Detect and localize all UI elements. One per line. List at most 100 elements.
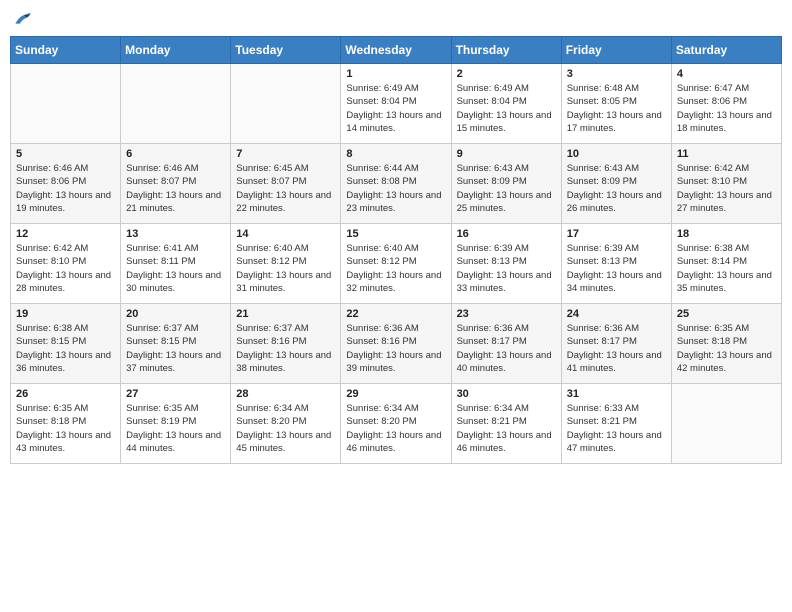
- day-number: 26: [16, 388, 115, 400]
- day-info: Sunrise: 6:34 AM Sunset: 8:21 PM Dayligh…: [457, 402, 556, 455]
- weekday-header-tuesday: Tuesday: [231, 37, 341, 64]
- day-number: 23: [457, 308, 556, 320]
- calendar-table: SundayMondayTuesdayWednesdayThursdayFrid…: [10, 36, 782, 464]
- day-info: Sunrise: 6:44 AM Sunset: 8:08 PM Dayligh…: [346, 162, 445, 215]
- calendar-week-row: 12Sunrise: 6:42 AM Sunset: 8:10 PM Dayli…: [11, 224, 782, 304]
- day-info: Sunrise: 6:36 AM Sunset: 8:17 PM Dayligh…: [567, 322, 666, 375]
- calendar-cell: [11, 64, 121, 144]
- logo-bird-icon: [12, 10, 32, 30]
- weekday-header-thursday: Thursday: [451, 37, 561, 64]
- weekday-header-saturday: Saturday: [671, 37, 781, 64]
- day-number: 24: [567, 308, 666, 320]
- weekday-header-sunday: Sunday: [11, 37, 121, 64]
- day-info: Sunrise: 6:45 AM Sunset: 8:07 PM Dayligh…: [236, 162, 335, 215]
- day-info: Sunrise: 6:38 AM Sunset: 8:15 PM Dayligh…: [16, 322, 115, 375]
- calendar-cell: 25Sunrise: 6:35 AM Sunset: 8:18 PM Dayli…: [671, 304, 781, 384]
- day-number: 29: [346, 388, 445, 400]
- day-info: Sunrise: 6:35 AM Sunset: 8:18 PM Dayligh…: [677, 322, 776, 375]
- calendar-week-row: 5 Sunrise: 6:46 AM Sunset: 8:06 PM Daylig…: [11, 144, 782, 224]
- calendar-cell: [671, 384, 781, 464]
- calendar-week-row: 19 Sunrise: 6:38 AM Sunset: 8:15 PM Dayli…: [11, 304, 782, 384]
- day-info: Sunrise: 6:49 AM Sunset: 8:04 PM Dayligh…: [457, 82, 556, 135]
- day-info: Sunrise: 6:39 AM Sunset: 8:13 PM Dayligh…: [567, 242, 666, 295]
- header: [10, 10, 782, 30]
- day-info: Sunrise: 6:47 AM Sunset: 8:06 PM Dayligh…: [677, 82, 776, 135]
- day-number: 13: [126, 228, 225, 240]
- day-info: Sunrise: 6:37 AM Sunset: 8:16 PM Dayligh…: [236, 322, 335, 375]
- calendar-cell: 11Sunrise: 6:42 AM Sunset: 8:10 PM Dayli…: [671, 144, 781, 224]
- day-info: Sunrise: 6:35 AM Sunset: 8:18 PM Dayligh…: [16, 402, 115, 455]
- day-info: Sunrise: 6:39 AM Sunset: 8:13 PM Dayligh…: [457, 242, 556, 295]
- day-number: 10: [567, 148, 666, 160]
- day-info: Sunrise: 6:38 AM Sunset: 8:14 PM Dayligh…: [677, 242, 776, 295]
- day-number: 3: [567, 68, 666, 80]
- day-info: Sunrise: 6:36 AM Sunset: 8:17 PM Dayligh…: [457, 322, 556, 375]
- day-number: 16: [457, 228, 556, 240]
- day-info: Sunrise: 6:33 AM Sunset: 8:21 PM Dayligh…: [567, 402, 666, 455]
- calendar-cell: 13 Sunrise: 6:41 AM Sunset: 8:11 PM Dayli…: [121, 224, 231, 304]
- day-number: 14: [236, 228, 335, 240]
- calendar-cell: 18 Sunrise: 6:38 AM Sunset: 8:14 PM Dayli…: [671, 224, 781, 304]
- calendar-cell: 26 Sunrise: 6:35 AM Sunset: 8:18 PM Dayli…: [11, 384, 121, 464]
- calendar-cell: 28 Sunrise: 6:34 AM Sunset: 8:20 PM Dayli…: [231, 384, 341, 464]
- calendar-header: SundayMondayTuesdayWednesdayThursdayFrid…: [11, 37, 782, 64]
- calendar-cell: 8 Sunrise: 6:44 AM Sunset: 8:08 PM Daylig…: [341, 144, 451, 224]
- calendar-cell: 1Sunrise: 6:49 AM Sunset: 8:04 PM Daylig…: [341, 64, 451, 144]
- calendar-week-row: 26 Sunrise: 6:35 AM Sunset: 8:18 PM Dayli…: [11, 384, 782, 464]
- logo: [10, 10, 32, 30]
- calendar-cell: 10 Sunrise: 6:43 AM Sunset: 8:09 PM Dayli…: [561, 144, 671, 224]
- day-number: 22: [346, 308, 445, 320]
- calendar-cell: 30 Sunrise: 6:34 AM Sunset: 8:21 PM Dayli…: [451, 384, 561, 464]
- day-number: 7: [236, 148, 335, 160]
- day-number: 18: [677, 228, 776, 240]
- day-info: Sunrise: 6:40 AM Sunset: 8:12 PM Dayligh…: [236, 242, 335, 295]
- calendar-cell: 21 Sunrise: 6:37 AM Sunset: 8:16 PM Dayli…: [231, 304, 341, 384]
- calendar-cell: 31 Sunrise: 6:33 AM Sunset: 8:21 PM Dayli…: [561, 384, 671, 464]
- day-number: 2: [457, 68, 556, 80]
- day-number: 19: [16, 308, 115, 320]
- calendar-cell: 3 Sunrise: 6:48 AM Sunset: 8:05 PM Daylig…: [561, 64, 671, 144]
- calendar-cell: 17 Sunrise: 6:39 AM Sunset: 8:13 PM Dayli…: [561, 224, 671, 304]
- calendar-cell: 2 Sunrise: 6:49 AM Sunset: 8:04 PM Daylig…: [451, 64, 561, 144]
- day-info: Sunrise: 6:43 AM Sunset: 8:09 PM Dayligh…: [567, 162, 666, 215]
- day-info: Sunrise: 6:48 AM Sunset: 8:05 PM Dayligh…: [567, 82, 666, 135]
- day-info: Sunrise: 6:36 AM Sunset: 8:16 PM Dayligh…: [346, 322, 445, 375]
- day-info: Sunrise: 6:34 AM Sunset: 8:20 PM Dayligh…: [346, 402, 445, 455]
- day-info: Sunrise: 6:41 AM Sunset: 8:11 PM Dayligh…: [126, 242, 225, 295]
- weekday-header-friday: Friday: [561, 37, 671, 64]
- weekday-header-row: SundayMondayTuesdayWednesdayThursdayFrid…: [11, 37, 782, 64]
- day-number: 20: [126, 308, 225, 320]
- calendar-cell: 22 Sunrise: 6:36 AM Sunset: 8:16 PM Dayli…: [341, 304, 451, 384]
- day-number: 9: [457, 148, 556, 160]
- day-info: Sunrise: 6:49 AM Sunset: 8:04 PM Dayligh…: [346, 82, 445, 135]
- calendar-cell: 4 Sunrise: 6:47 AM Sunset: 8:06 PM Daylig…: [671, 64, 781, 144]
- calendar-cell: 15Sunrise: 6:40 AM Sunset: 8:12 PM Dayli…: [341, 224, 451, 304]
- weekday-header-monday: Monday: [121, 37, 231, 64]
- day-info: Sunrise: 6:42 AM Sunset: 8:10 PM Dayligh…: [677, 162, 776, 215]
- day-info: Sunrise: 6:34 AM Sunset: 8:20 PM Dayligh…: [236, 402, 335, 455]
- calendar-cell: 27Sunrise: 6:35 AM Sunset: 8:19 PM Dayli…: [121, 384, 231, 464]
- day-info: Sunrise: 6:40 AM Sunset: 8:12 PM Dayligh…: [346, 242, 445, 295]
- day-number: 17: [567, 228, 666, 240]
- day-number: 28: [236, 388, 335, 400]
- day-number: 21: [236, 308, 335, 320]
- day-number: 5: [16, 148, 115, 160]
- calendar-cell: 29 Sunrise: 6:34 AM Sunset: 8:20 PM Dayli…: [341, 384, 451, 464]
- day-number: 8: [346, 148, 445, 160]
- day-number: 4: [677, 68, 776, 80]
- day-info: Sunrise: 6:46 AM Sunset: 8:06 PM Dayligh…: [16, 162, 115, 215]
- calendar-cell: 16 Sunrise: 6:39 AM Sunset: 8:13 PM Dayli…: [451, 224, 561, 304]
- calendar-cell: 12Sunrise: 6:42 AM Sunset: 8:10 PM Dayli…: [11, 224, 121, 304]
- calendar-cell: 7 Sunrise: 6:45 AM Sunset: 8:07 PM Daylig…: [231, 144, 341, 224]
- day-number: 30: [457, 388, 556, 400]
- calendar-cell: 14 Sunrise: 6:40 AM Sunset: 8:12 PM Dayli…: [231, 224, 341, 304]
- day-number: 31: [567, 388, 666, 400]
- calendar-cell: 24 Sunrise: 6:36 AM Sunset: 8:17 PM Dayli…: [561, 304, 671, 384]
- day-info: Sunrise: 6:42 AM Sunset: 8:10 PM Dayligh…: [16, 242, 115, 295]
- calendar-cell: [231, 64, 341, 144]
- calendar-cell: 20 Sunrise: 6:37 AM Sunset: 8:15 PM Dayli…: [121, 304, 231, 384]
- calendar-cell: 23 Sunrise: 6:36 AM Sunset: 8:17 PM Dayli…: [451, 304, 561, 384]
- calendar-cell: [121, 64, 231, 144]
- day-info: Sunrise: 6:37 AM Sunset: 8:15 PM Dayligh…: [126, 322, 225, 375]
- day-info: Sunrise: 6:35 AM Sunset: 8:19 PM Dayligh…: [126, 402, 225, 455]
